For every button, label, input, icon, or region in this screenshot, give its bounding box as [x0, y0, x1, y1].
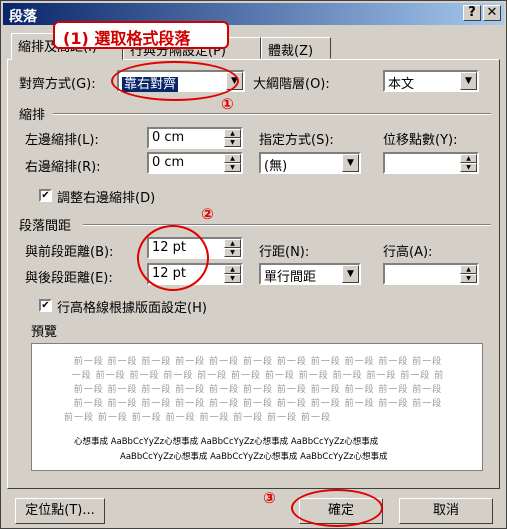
right-indent-field[interactable]: 0 cm ▲ ▼: [147, 152, 243, 174]
spacing-highlight-ellipse: [137, 225, 209, 291]
line-spacing-value: 單行間距: [264, 270, 317, 285]
outline-level-value: 本文: [388, 77, 415, 92]
ok-highlight-ellipse: [291, 489, 383, 527]
chevron-down-icon[interactable]: ▼: [342, 265, 359, 283]
line-spacing-select[interactable]: 單行間距 ▼: [259, 263, 361, 285]
preview-filler-line: 一段 前一段 前一段 前一段 前一段 前一段 前一段 前一段 前一段 前一段 前…: [71, 371, 445, 381]
step-1-marker: ①: [221, 95, 234, 113]
space-before-label: 與前段距離(B):: [25, 245, 114, 260]
preview-filler-line: 前一段 前一段 前一段 前一段 前一段 前一段 前一段 前一段: [64, 413, 332, 423]
line-spacing-label: 行距(N):: [259, 245, 310, 260]
preview-pane: 前一段 前一段 前一段 前一段 前一段 前一段 前一段 前一段 前一段 前一段 …: [31, 343, 483, 471]
cancel-button[interactable]: 取消: [399, 498, 493, 524]
special-indent-select[interactable]: (無) ▼: [259, 152, 361, 174]
spin-down-icon[interactable]: ▼: [224, 274, 241, 283]
adjust-right-indent-label[interactable]: 調整右邊縮排(D): [57, 187, 155, 206]
spin-down-icon[interactable]: ▼: [224, 248, 241, 257]
step-2-marker: ②: [201, 205, 214, 223]
adjust-right-indent-checkbox[interactable]: ✔: [39, 189, 52, 202]
right-indent-label: 右邊縮排(R):: [25, 160, 101, 175]
spin-down-icon[interactable]: ▼: [460, 274, 477, 283]
outline-level-label: 大綱階層(O):: [253, 77, 330, 92]
chevron-down-icon[interactable]: ▼: [460, 72, 477, 90]
spin-up-icon[interactable]: ▲: [224, 265, 241, 274]
outline-level-select[interactable]: 本文 ▼: [383, 70, 479, 92]
line-at-field[interactable]: ▲ ▼: [383, 263, 479, 285]
preview-filler-line: 前一段 前一段 前一段 前一段 前一段 前一段 前一段 前一段 前一段 前一段 …: [73, 385, 443, 395]
help-button[interactable]: ?: [463, 5, 481, 21]
paragraph-dialog: 段落 ? ✕ 縮排及間距(I) 行與分隔設定(P) 體裁(Z) 對齊方式(G):…: [0, 0, 507, 529]
right-indent-value: 0 cm: [152, 155, 185, 170]
alignment-highlight-ellipse: [111, 61, 239, 101]
dialog-title: 段落: [9, 9, 37, 25]
spin-up-icon[interactable]: ▲: [224, 239, 241, 248]
indentation-group-label: 縮排: [19, 108, 46, 123]
special-indent-value: (無): [264, 159, 288, 174]
spin-up-icon[interactable]: ▲: [460, 154, 477, 163]
spin-up-icon[interactable]: ▲: [224, 154, 241, 163]
preview-label: 預覽: [31, 325, 58, 340]
left-indent-field[interactable]: 0 cm ▲ ▼: [147, 127, 243, 149]
space-after-label: 與後段距離(E):: [25, 271, 113, 286]
preview-sample-line: 心想事成 AaBbCcYyZz心想事成 AaBbCcYyZz心想事成 AaBbC…: [74, 437, 379, 447]
line-at-label: 行高(A):: [383, 245, 433, 260]
preview-filler-line: 前一段 前一段 前一段 前一段 前一段 前一段 前一段 前一段 前一段 前一段 …: [73, 357, 443, 367]
close-button[interactable]: ✕: [483, 5, 501, 21]
tab-asian-typography[interactable]: 體裁(Z): [261, 37, 331, 59]
spin-up-icon[interactable]: ▲: [460, 265, 477, 274]
preview-filler-line: 前一段 前一段 前一段 前一段 前一段 前一段 前一段 前一段 前一段 前一段 …: [73, 399, 443, 409]
left-indent-value: 0 cm: [152, 130, 185, 145]
alignment-label: 對齊方式(G):: [19, 77, 96, 92]
spin-down-icon[interactable]: ▼: [460, 163, 477, 172]
chevron-down-icon[interactable]: ▼: [342, 154, 359, 172]
preview-sample-line: AaBbCcYyZz心想事成 AaBbCcYyZz心想事成 AaBbCcYyZz…: [120, 452, 388, 462]
step-3-marker: ③: [263, 489, 276, 507]
special-indent-label: 指定方式(S):: [259, 133, 334, 148]
spin-down-icon[interactable]: ▼: [224, 138, 241, 147]
indent-by-label: 位移點數(Y):: [383, 133, 458, 148]
spacing-group-label: 段落間距: [19, 219, 72, 234]
snap-to-grid-checkbox[interactable]: ✔: [39, 299, 52, 312]
snap-to-grid-label[interactable]: 行高格線根據版面設定(H): [57, 297, 207, 316]
indent-by-field[interactable]: ▲ ▼: [383, 152, 479, 174]
spacing-divider: [83, 224, 491, 226]
spin-down-icon[interactable]: ▼: [224, 163, 241, 172]
spin-up-icon[interactable]: ▲: [224, 129, 241, 138]
tabs-button[interactable]: 定位點(T)...: [15, 498, 105, 524]
step-callout: (1) 選取格式段落: [53, 21, 229, 49]
indentation-divider: [53, 113, 491, 115]
left-indent-label: 左邊縮排(L):: [25, 133, 99, 148]
